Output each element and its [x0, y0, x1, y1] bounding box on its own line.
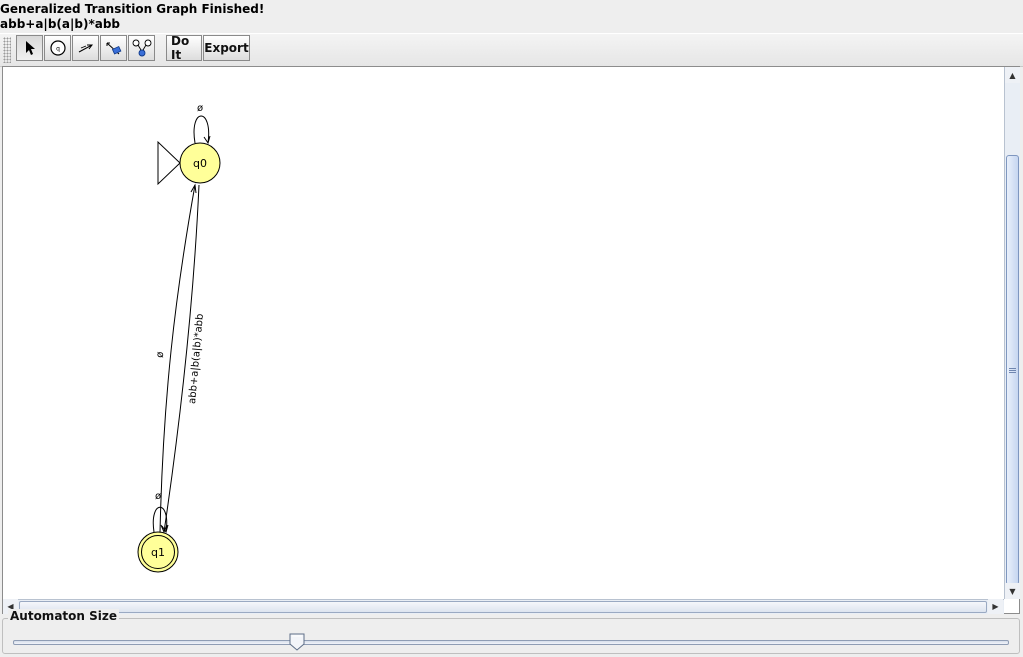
transition-creator-button[interactable]	[72, 35, 99, 61]
generalized-transition-graph-window: Generalized Transition Graph Finished! a…	[0, 0, 1023, 657]
scroll-up-arrow-icon[interactable]: ▲	[1005, 67, 1020, 83]
graph-view: ø ø abb+a|b(a|b)*abb ø q0 q1 ▲ ▼ ◀ ▶	[2, 66, 1020, 614]
automaton-size-panel: Automaton Size	[2, 609, 1020, 654]
scroll-grip-icon	[1009, 367, 1016, 373]
graph-canvas[interactable]: ø ø abb+a|b(a|b)*abb ø q0 q1	[3, 67, 1003, 599]
attribute-editor-button[interactable]	[16, 35, 43, 61]
transition-label-q1-q0: ø	[155, 351, 166, 358]
transition-label-q0-q1: abb+a|b(a|b)*abb	[187, 313, 206, 404]
deleter-button[interactable]	[100, 35, 127, 61]
automaton-graph[interactable]: ø ø abb+a|b(a|b)*abb ø q0 q1	[3, 67, 1003, 599]
state-q1[interactable]: q1	[137, 531, 179, 573]
automaton-size-label: Automaton Size	[8, 609, 119, 623]
transition-label-q1-q1: ø	[155, 491, 161, 502]
automaton-size-slider-track[interactable]	[13, 640, 1009, 645]
state-q1-label: q1	[151, 546, 165, 559]
vertical-scrollbar[interactable]: ▲ ▼	[1004, 67, 1020, 599]
horizontal-scroll-thumb[interactable]	[19, 601, 987, 613]
transition-q0-q0[interactable]	[193, 115, 210, 144]
collapse-states-icon	[132, 39, 151, 57]
state-q0[interactable]: q0	[179, 142, 221, 184]
scroll-down-arrow-icon[interactable]: ▼	[1005, 583, 1020, 599]
state-circle-icon: q	[49, 40, 66, 56]
transition-arrow-icon	[78, 44, 93, 53]
state-creator-button[interactable]: q	[44, 35, 71, 61]
status-title: Generalized Transition Graph Finished!	[0, 2, 265, 16]
state-q0-label: q0	[193, 157, 207, 170]
collapse-states-button[interactable]	[128, 35, 155, 61]
vertical-scroll-thumb[interactable]	[1006, 155, 1019, 585]
do-it-button[interactable]: Do It	[166, 34, 202, 62]
svg-text:q: q	[56, 46, 60, 53]
initial-state-marker	[157, 140, 181, 186]
automaton-size-slider-thumb[interactable]	[289, 633, 305, 651]
horizontal-scrollbar[interactable]: ◀ ▶	[3, 599, 1004, 614]
toolbar: q Do It Export	[0, 33, 1023, 67]
arrow-pointer-icon	[25, 41, 35, 55]
scroll-right-arrow-icon[interactable]: ▶	[988, 599, 1003, 614]
delete-tool-icon	[106, 42, 121, 55]
toolbar-grip[interactable]	[3, 37, 11, 63]
regular-expression-result: abb+a|b(a|b)*abb	[0, 17, 120, 31]
export-button[interactable]: Export	[203, 35, 250, 61]
transition-label-q0-q0: ø	[197, 103, 203, 114]
